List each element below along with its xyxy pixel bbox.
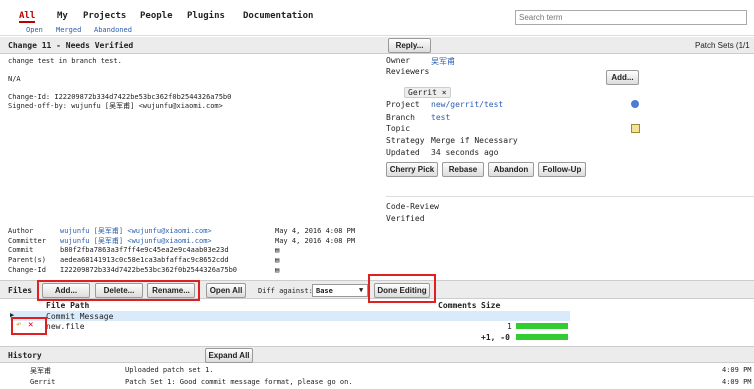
change-id-label: Change-Id: [8, 266, 46, 274]
topic-label: Topic: [386, 124, 411, 133]
nav-my[interactable]: My: [57, 11, 68, 21]
top-nav: All My Projects People Plugins Documenta…: [0, 0, 754, 36]
list-item[interactable]: 吴军甫 Uploaded patch set 1. 4:09 PM: [0, 365, 754, 376]
highlight-box: [37, 280, 200, 301]
change-id-row: Change-Id I22209872b334d7422be53bc362f0b2…: [8, 266, 279, 274]
file-name[interactable]: new.file: [46, 322, 85, 331]
message-line: Change-Id: I22209872b334d7422be53bc362f0…: [8, 93, 232, 101]
cherry-pick-button[interactable]: Cherry Pick: [386, 162, 438, 177]
updated-label: Updated: [386, 148, 420, 157]
commit-message: change test in branch test. N/A Change-I…: [8, 57, 378, 111]
project-value[interactable]: new/gerrit/test: [431, 100, 503, 109]
history-time: 4:09 PM: [722, 378, 752, 386]
change-header: Change 11 - Needs Verified Reply... Patc…: [0, 37, 754, 54]
nav-people[interactable]: People: [140, 11, 173, 21]
subnav-open[interactable]: Open: [26, 26, 43, 34]
total-size-bar: [516, 334, 568, 340]
commit-row: Commit b80f2fba7863a3f7ff4e9c45ea2e9c4aab…: [8, 246, 279, 254]
owner-value[interactable]: 吴军甫: [431, 56, 455, 67]
edit-topic-icon[interactable]: [631, 124, 640, 133]
message-line: N/A: [8, 75, 21, 83]
chevron-down-icon: ▼: [359, 286, 364, 294]
abandon-button[interactable]: Abandon: [488, 162, 534, 177]
author-date: May 4, 2016 4:08 PM: [275, 227, 356, 235]
change-id-value: I22209872b334d7422be53bc362f0b2544326a75…: [60, 266, 238, 274]
history-time: 4:09 PM: [722, 366, 752, 374]
commit-label: Commit: [8, 246, 34, 254]
open-all-button[interactable]: Open All: [206, 283, 246, 298]
divider: [386, 196, 754, 197]
history-header: History Expand All: [0, 346, 754, 363]
copy-icon[interactable]: ▤: [275, 256, 279, 264]
commit-message-link[interactable]: Commit Message: [46, 312, 113, 321]
owner-label: Owner: [386, 56, 411, 65]
file-path-header: File Path: [46, 301, 90, 310]
nav-plugins[interactable]: Plugins: [187, 11, 225, 21]
size-header: Size: [481, 301, 501, 310]
code-review-label: Code-Review: [386, 202, 439, 211]
patch-sets-label[interactable]: Patch Sets (1/1: [695, 41, 750, 50]
strategy-value: Merge if Necessary: [431, 136, 518, 145]
commit-value: b80f2fba7863a3f7ff4e9c45ea2e9c4aab03e23d: [60, 246, 229, 254]
nav-projects[interactable]: Projects: [83, 11, 126, 21]
subnav-merged[interactable]: Merged: [56, 26, 81, 34]
file-size: 1: [507, 322, 512, 331]
parent-value[interactable]: aedea68141913c0c58e1ca3abfaffac9c8652cdd: [60, 256, 275, 264]
copy-icon[interactable]: ▤: [275, 246, 279, 254]
history-message: Uploaded patch set 1.: [125, 366, 214, 374]
nav-documentation[interactable]: Documentation: [243, 11, 313, 21]
branch-label: Branch: [386, 113, 415, 122]
author-label: Author: [8, 227, 34, 235]
files-toolbar: Files Add... Delete... Rename... Open Al…: [0, 274, 754, 303]
follow-up-button[interactable]: Follow-Up: [538, 162, 586, 177]
rebase-button[interactable]: Rebase: [442, 162, 484, 177]
reply-button[interactable]: Reply...: [388, 38, 431, 53]
diff-base-value: Base: [316, 287, 333, 295]
table-row[interactable]: ↶ ✕ new.file 1: [10, 320, 570, 331]
table-row[interactable]: ▶ Commit Message: [10, 311, 570, 321]
parent-row: Parent(s) aedea68141913c0c58e1ca3abfaffac…: [8, 256, 279, 264]
copy-icon[interactable]: ▤: [275, 266, 279, 274]
message-line: Signed-off-by: wujunfu [吴军甫] <wujunfu@xi…: [8, 102, 223, 110]
highlight-box: [11, 317, 47, 335]
file-table: File Path Comments Size ▶ Commit Message…: [0, 300, 754, 344]
reviewers-label: Reviewers: [386, 67, 430, 76]
change-title: Change 11 - Needs Verified: [8, 41, 134, 50]
message-line: change test in branch test.: [8, 57, 122, 65]
project-watch-icon[interactable]: [631, 100, 639, 108]
files-label: Files: [8, 286, 33, 295]
comments-header: Comments: [438, 301, 477, 310]
history-label: History: [8, 351, 42, 360]
verified-label: Verified: [386, 214, 425, 223]
updated-value: 34 seconds ago: [431, 148, 499, 157]
committer-value[interactable]: wujunfu [吴军甫] <wujunfu@xiaomi.com>: [60, 236, 275, 246]
expand-all-button[interactable]: Expand All: [205, 348, 253, 363]
history-author: Gerrit: [30, 378, 56, 386]
nav-all[interactable]: All: [19, 11, 36, 23]
committer-label: Committer: [8, 237, 46, 245]
history-author: 吴军甫: [30, 367, 51, 375]
search-input[interactable]: [515, 10, 747, 25]
author-row: Author wujunfu [吴军甫] <wujunfu@xiaomi.com>…: [8, 226, 355, 236]
author-value[interactable]: wujunfu [吴军甫] <wujunfu@xiaomi.com>: [60, 226, 275, 236]
branch-value[interactable]: test: [431, 113, 450, 122]
reviewer-chip[interactable]: Gerrit ×: [404, 87, 451, 98]
diff-against-label: Diff against:: [258, 287, 313, 295]
committer-date: May 4, 2016 4:08 PM: [275, 237, 356, 245]
subnav-abandoned[interactable]: Abandoned: [94, 26, 132, 34]
total-size: +1, -0: [481, 333, 510, 342]
project-label: Project: [386, 100, 420, 109]
strategy-label: Strategy: [386, 136, 425, 145]
committer-row: Committer wujunfu [吴军甫] <wujunfu@xiaomi.c…: [8, 236, 355, 246]
list-item[interactable]: Gerrit Patch Set 1: Good commit message …: [0, 377, 754, 388]
size-bar: [516, 323, 568, 329]
add-reviewer-button[interactable]: Add...: [606, 70, 639, 85]
highlight-box: [368, 274, 436, 303]
parent-label: Parent(s): [8, 256, 46, 264]
diff-base-select[interactable]: Base ▼: [312, 284, 368, 297]
history-message: Patch Set 1: Good commit message format,…: [125, 378, 353, 386]
